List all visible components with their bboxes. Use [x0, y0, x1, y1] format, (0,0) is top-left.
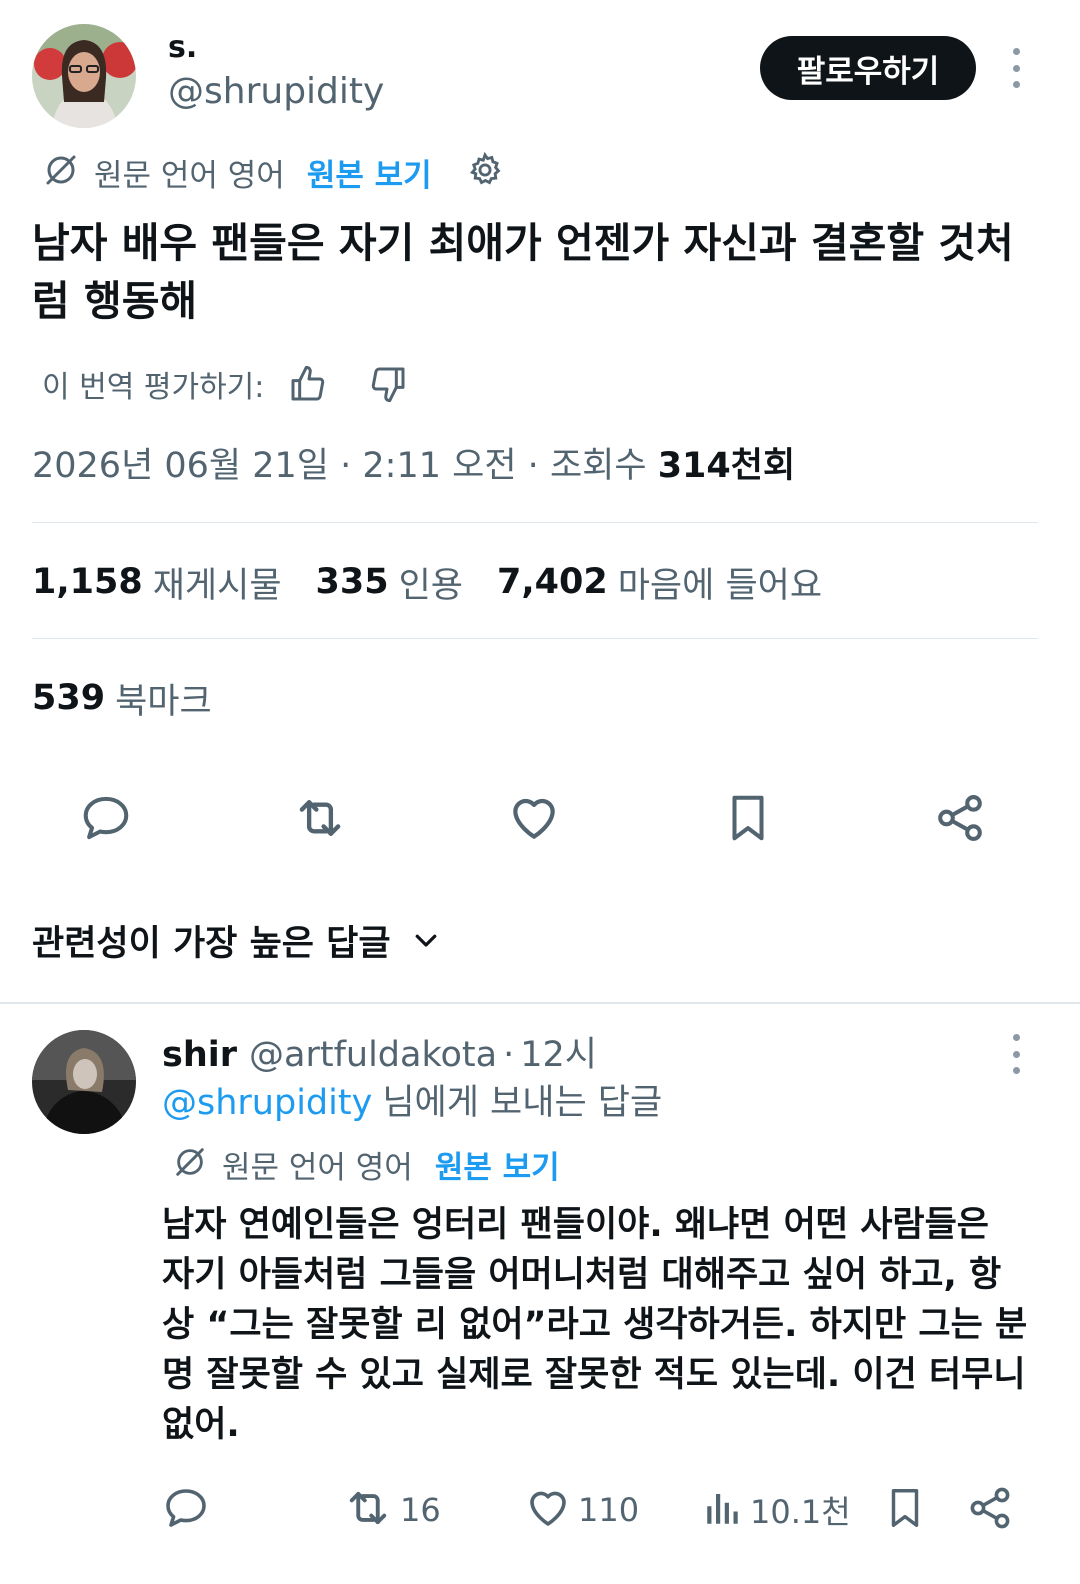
- reply-views-button[interactable]: 10.1천: [702, 1480, 851, 1540]
- reply-sort-label: 관련성이 가장 높은 답글: [32, 923, 391, 964]
- reply-author-name[interactable]: shir: [162, 1035, 237, 1075]
- repost-icon: [342, 1482, 394, 1538]
- section-divider: [0, 1002, 1080, 1004]
- likes-label: 마음에 들어요: [617, 565, 823, 606]
- reply-translation-bar: 원문 언어 영어 원본 보기: [172, 1142, 560, 1186]
- reposts-label: 재게시물: [152, 565, 282, 606]
- views-count: 314천회: [657, 446, 796, 486]
- reply-time[interactable]: 12시: [520, 1026, 597, 1077]
- share-icon[interactable]: [930, 788, 990, 848]
- thumbs-up-icon[interactable]: [286, 362, 330, 406]
- quotes-stat[interactable]: 335 인용: [316, 557, 463, 608]
- chevron-down-icon: [411, 925, 441, 955]
- repost-icon[interactable]: [290, 788, 350, 848]
- follow-button[interactable]: 팔로우하기: [760, 36, 976, 100]
- reply-like-button[interactable]: 110: [524, 1480, 639, 1540]
- reply-author-handle[interactable]: @artfuldakota: [249, 1035, 497, 1075]
- divider: [32, 522, 1038, 523]
- more-options-icon[interactable]: [1004, 48, 1028, 88]
- meta-separator: ·: [340, 446, 363, 486]
- likes-stat[interactable]: 7,402 마음에 들어요: [497, 557, 822, 608]
- like-icon: [524, 1484, 572, 1536]
- bookmarks-stat[interactable]: 539 북마크: [32, 674, 212, 722]
- bookmarks-label: 북마크: [115, 681, 212, 722]
- tweet-time[interactable]: 2:11 오전: [362, 446, 516, 486]
- reply-share-button[interactable]: [966, 1480, 1014, 1540]
- like-icon[interactable]: [504, 788, 564, 848]
- reply-icon: [162, 1484, 210, 1536]
- author-handle[interactable]: @shrupidity: [168, 70, 384, 114]
- bookmarks-count: 539: [32, 678, 106, 718]
- views-label: 조회수: [549, 446, 647, 486]
- reply-more-options-icon[interactable]: [1004, 1034, 1028, 1074]
- reposts-count: 1,158: [32, 562, 143, 602]
- tweet-meta: 2026년 06월 21일 · 2:11 오전 · 조회수 314천회: [32, 442, 795, 490]
- quotes-label: 인용: [398, 565, 463, 606]
- reply-text: 남자 연예인들은 엉터리 팬들이야. 왜냐면 어떤 사람들은 자기 아들처럼 그…: [162, 1205, 1028, 1445]
- analytics-icon: [702, 1487, 744, 1533]
- bookmark-icon[interactable]: [718, 788, 778, 848]
- engagement-stats: 1,158 재게시물 335 인용 7,402 마음에 들어요: [32, 558, 856, 606]
- rate-translation-label: 이 번역 평가하기:: [42, 370, 265, 405]
- share-icon: [966, 1484, 1014, 1536]
- reply-sort-dropdown[interactable]: 관련성이 가장 높은 답글: [32, 914, 441, 966]
- reply-separator: ·: [503, 1035, 515, 1075]
- reply-like-count: 110: [578, 1491, 640, 1529]
- thumbs-down-icon[interactable]: [366, 362, 410, 406]
- reply-repost-button[interactable]: 16: [342, 1480, 441, 1540]
- likes-count: 7,402: [497, 562, 608, 602]
- divider: [32, 638, 1038, 639]
- tweet-text: 남자 배우 팬들은 자기 최애가 언젠가 자신과 결혼할 것처럼 행동해: [32, 219, 1014, 325]
- reply-repost-count: 16: [400, 1491, 441, 1529]
- bookmark-icon: [882, 1485, 928, 1535]
- author-avatar[interactable]: [32, 24, 136, 128]
- reply-icon[interactable]: [76, 788, 136, 848]
- quotes-count: 335: [315, 562, 389, 602]
- reposts-stat[interactable]: 1,158 재게시물: [32, 557, 282, 608]
- author-display-name[interactable]: s.: [168, 28, 197, 68]
- reply-to-mention[interactable]: @shrupidity: [162, 1083, 372, 1123]
- reply-author-avatar[interactable]: [32, 1030, 136, 1134]
- translation-settings-icon[interactable]: [466, 151, 504, 193]
- reply-views-count: 10.1천: [750, 1493, 851, 1531]
- tweet-date[interactable]: 2026년 06월 21일: [32, 446, 329, 486]
- reply-reply-button[interactable]: [162, 1480, 210, 1540]
- reply-header: shir @artfuldakota · 12시: [162, 1026, 597, 1075]
- reply-bookmark-button[interactable]: [882, 1480, 928, 1540]
- reply-to-label: 님에게 보내는 답글: [382, 1083, 663, 1123]
- meta-separator: ·: [527, 446, 550, 486]
- view-original-link[interactable]: 원본 보기: [307, 150, 432, 195]
- rate-translation: 이 번역 평가하기:: [42, 360, 410, 408]
- translation-bar: 원문 언어 영어 원본 보기: [42, 150, 504, 194]
- reply-original-language-label: 원문 언어 영어: [222, 1149, 413, 1186]
- replying-to: @shrupidity 님에게 보내는 답글: [162, 1080, 662, 1126]
- translate-icon: [42, 151, 80, 193]
- original-language-label: 원문 언어 영어: [94, 157, 285, 194]
- reply-view-original-link[interactable]: 원본 보기: [435, 1142, 560, 1187]
- translate-icon: [172, 1144, 208, 1184]
